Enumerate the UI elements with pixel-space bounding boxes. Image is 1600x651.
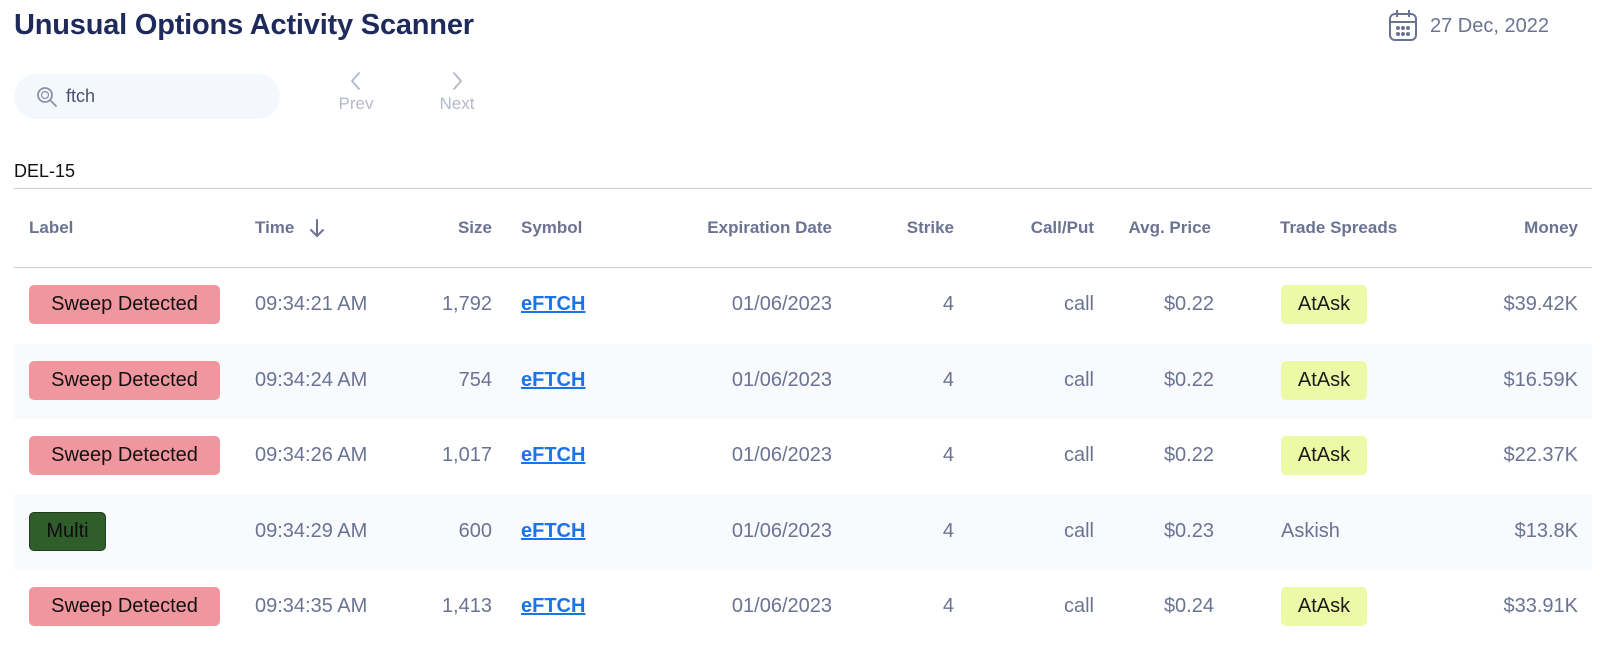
time-cell: 09:34:35 AM [255, 595, 368, 617]
date-text[interactable]: 27 Dec, 2022 [1430, 15, 1549, 38]
strike-cell: 4 [942, 520, 954, 542]
chevron-right-icon [453, 72, 462, 90]
callput-cell: call [1063, 444, 1094, 466]
symbol-link[interactable]: eFTCH [521, 595, 585, 618]
size-cell: 1,792 [441, 293, 492, 315]
col-header-strike[interactable]: Strike [907, 218, 954, 238]
prev-button[interactable]: Prev [326, 70, 386, 114]
search-box[interactable] [14, 74, 280, 119]
money-cell: $33.91K [1503, 595, 1578, 617]
search-icon [37, 86, 57, 107]
strike-cell: 4 [942, 595, 954, 617]
col-header-size[interactable]: Size [458, 218, 492, 238]
prev-label: Prev [338, 94, 374, 113]
label-badge: Sweep Detected [29, 587, 220, 626]
avgprice-cell: $0.22 [1163, 293, 1214, 315]
col-header-time[interactable]: Time [255, 218, 294, 238]
col-header-money[interactable]: Money [1524, 218, 1578, 238]
arrow-down-icon[interactable] [308, 217, 326, 239]
spread-badge: AtAsk [1281, 285, 1367, 324]
spread-badge: AtAsk [1281, 436, 1367, 475]
size-cell: 1,413 [441, 595, 492, 617]
money-cell: $13.8K [1514, 520, 1578, 542]
label-badge: Sweep Detected [29, 285, 220, 324]
label-badge: Multi [29, 512, 106, 551]
callput-cell: call [1063, 369, 1094, 391]
label-badge: Sweep Detected [29, 361, 220, 400]
col-header-callput[interactable]: Call/Put [1031, 218, 1094, 238]
spread-badge: AtAsk [1281, 587, 1367, 626]
col-header-label[interactable]: Label [29, 218, 73, 238]
symbol-link[interactable]: eFTCH [521, 444, 585, 467]
expiration-cell: 01/06/2023 [731, 293, 832, 315]
strike-cell: 4 [942, 293, 954, 315]
expiration-cell: 01/06/2023 [731, 520, 832, 542]
time-cell: 09:34:26 AM [255, 444, 368, 466]
spread-text: Askish [1281, 520, 1340, 542]
strike-cell: 4 [942, 444, 954, 466]
avgprice-cell: $0.23 [1163, 520, 1214, 542]
strike-cell: 4 [942, 369, 954, 391]
expiration-cell: 01/06/2023 [731, 595, 832, 617]
symbol-link[interactable]: eFTCH [521, 520, 585, 543]
expiration-cell: 01/06/2023 [731, 444, 832, 466]
time-cell: 09:34:29 AM [255, 520, 368, 542]
col-header-spreads[interactable]: Trade Spreads [1280, 218, 1397, 238]
spread-badge: AtAsk [1281, 361, 1367, 400]
avgprice-cell: $0.22 [1163, 369, 1214, 391]
size-cell: 754 [458, 369, 492, 391]
next-button[interactable]: Next [427, 70, 487, 114]
money-cell: $16.59K [1503, 369, 1578, 391]
divider [14, 188, 1592, 189]
search-input[interactable] [66, 86, 256, 107]
callput-cell: call [1063, 595, 1094, 617]
money-cell: $39.42K [1503, 293, 1578, 315]
avgprice-cell: $0.22 [1163, 444, 1214, 466]
avgprice-cell: $0.24 [1163, 595, 1214, 617]
col-header-symbol[interactable]: Symbol [521, 218, 582, 238]
symbol-link[interactable]: eFTCH [521, 369, 585, 392]
col-header-avgprice[interactable]: Avg. Price [1128, 218, 1211, 238]
expiration-cell: 01/06/2023 [731, 369, 832, 391]
next-label: Next [439, 94, 475, 113]
size-cell: 600 [458, 520, 492, 542]
time-cell: 09:34:21 AM [255, 293, 368, 315]
section-label: DEL-15 [14, 161, 76, 181]
size-cell: 1,017 [441, 444, 492, 466]
page-title: Unusual Options Activity Scanner [14, 9, 474, 41]
date-picker[interactable]: 27 Dec, 2022 [1388, 8, 1549, 44]
chevron-left-icon [351, 72, 360, 90]
time-cell: 09:34:24 AM [255, 369, 368, 391]
callput-cell: call [1063, 520, 1094, 542]
symbol-link[interactable]: eFTCH [521, 293, 585, 316]
callput-cell: call [1063, 293, 1094, 315]
label-badge: Sweep Detected [29, 436, 220, 475]
calendar-icon[interactable] [1388, 8, 1418, 44]
col-header-expiration[interactable]: Expiration Date [707, 218, 832, 238]
money-cell: $22.37K [1503, 444, 1578, 466]
